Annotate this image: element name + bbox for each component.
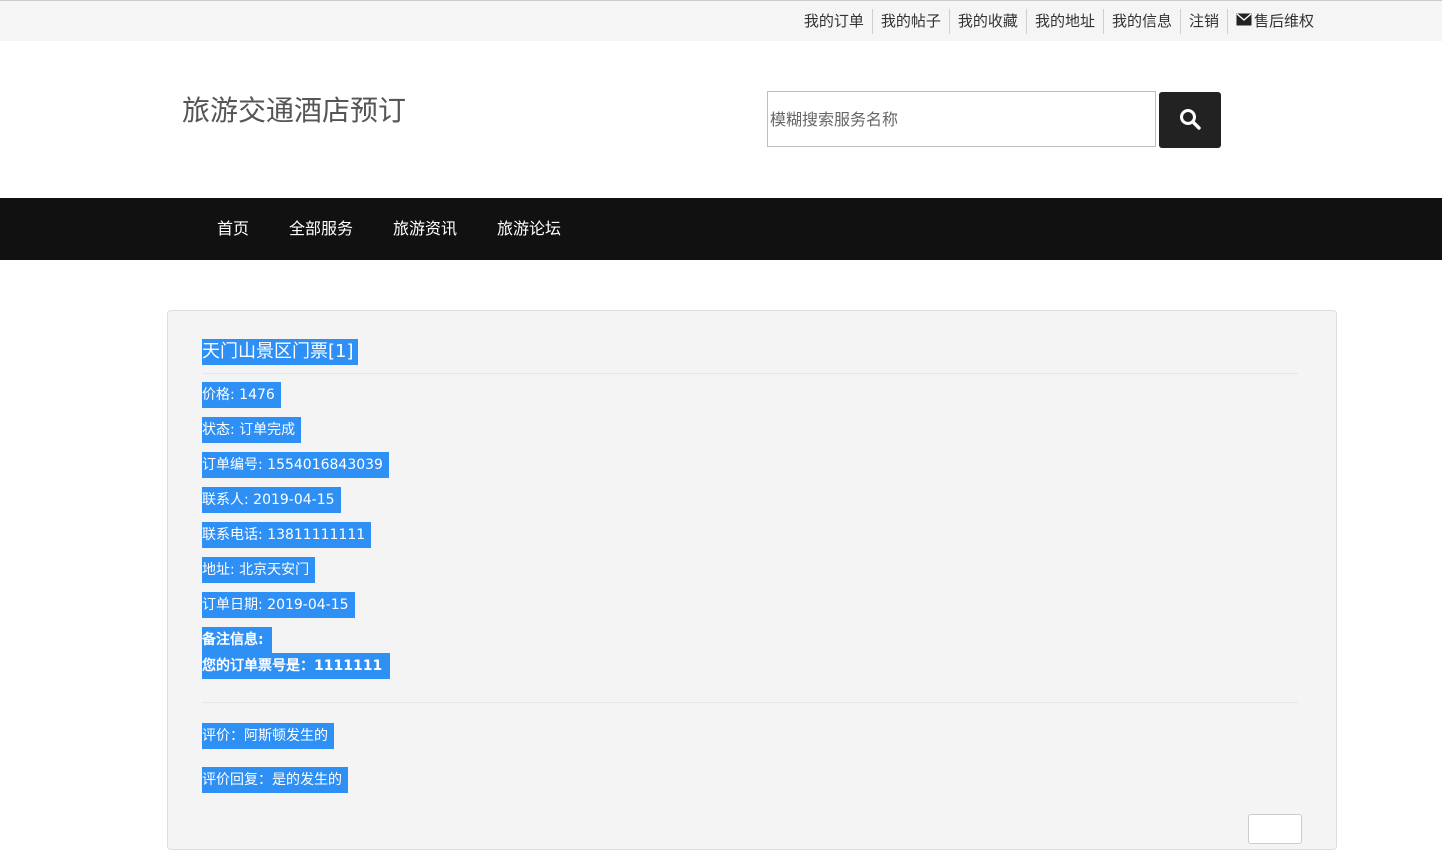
order-phone: 联系电话: 13811111111 (202, 522, 372, 548)
remark-label: 备注信息: (202, 627, 272, 653)
link-logout[interactable]: 注销 (1181, 9, 1228, 34)
search-button[interactable] (1159, 92, 1221, 148)
user-links: 我的订单 我的帖子 我的收藏 我的地址 我的信息 注销 售后维权 (796, 9, 1314, 34)
search-icon (1179, 108, 1201, 133)
after-sales-label: 售后维权 (1253, 12, 1314, 30)
order-date: 订单日期: 2019-04-15 (202, 592, 355, 618)
order-review-reply: 评价回复：是的发生的 (202, 767, 348, 793)
order-remark: 备注信息: 您的订单票号是：1111111 (202, 627, 391, 679)
envelope-icon (1236, 9, 1252, 34)
order-status: 状态: 订单完成 (202, 417, 302, 443)
order-action-button[interactable] (1248, 814, 1302, 844)
link-my-posts[interactable]: 我的帖子 (873, 9, 950, 34)
link-after-sales[interactable]: 售后维权 (1228, 9, 1314, 34)
order-title: 天门山景区门票[1] (202, 339, 358, 365)
link-my-orders[interactable]: 我的订单 (796, 9, 873, 34)
divider (202, 373, 1298, 374)
divider (202, 702, 1298, 703)
order-detail-panel: 天门山景区门票[1] 价格: 1476 状态: 订单完成 订单编号: 15540… (167, 310, 1337, 850)
nav-travel-forum[interactable]: 旅游论坛 (477, 198, 581, 260)
order-address: 地址: 北京天安门 (202, 557, 316, 583)
link-my-address[interactable]: 我的地址 (1027, 9, 1104, 34)
order-number: 订单编号: 1554016843039 (202, 452, 389, 478)
order-price: 价格: 1476 (202, 382, 281, 408)
nav-travel-news[interactable]: 旅游资讯 (373, 198, 477, 260)
remark-text: 您的订单票号是：1111111 (202, 653, 391, 679)
search-input[interactable] (767, 91, 1156, 147)
link-my-info[interactable]: 我的信息 (1104, 9, 1181, 34)
site-header: 旅游交通酒店预订 (0, 41, 1442, 198)
main-nav: 首页 全部服务 旅游资讯 旅游论坛 (0, 198, 1442, 260)
top-utility-bar: 我的订单 我的帖子 我的收藏 我的地址 我的信息 注销 售后维权 (0, 0, 1442, 41)
order-contact: 联系人: 2019-04-15 (202, 487, 341, 513)
link-my-favorites[interactable]: 我的收藏 (950, 9, 1027, 34)
nav-home[interactable]: 首页 (197, 198, 269, 260)
order-review: 评价：阿斯顿发生的 (202, 723, 334, 749)
site-title: 旅游交通酒店预订 (182, 94, 407, 127)
nav-all-services[interactable]: 全部服务 (269, 198, 373, 260)
